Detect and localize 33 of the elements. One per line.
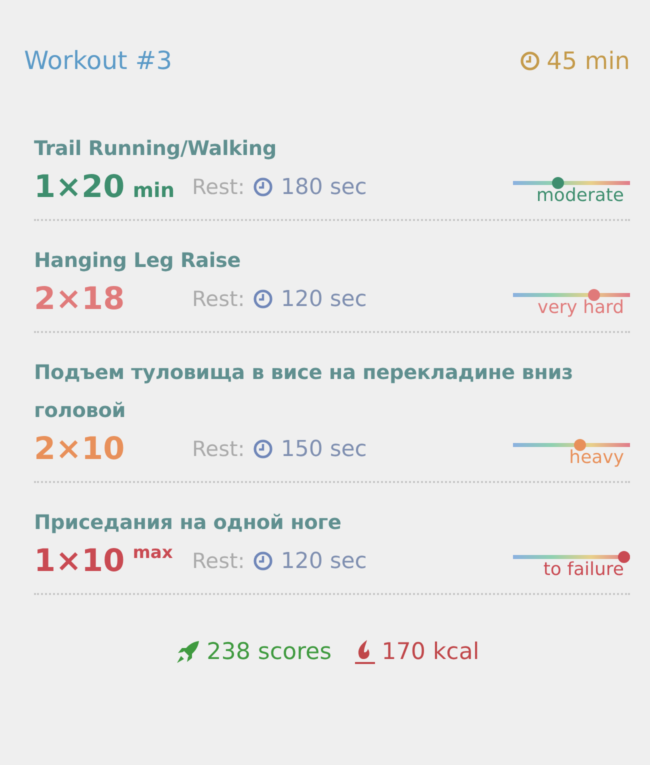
duration-text: 45 min (546, 46, 630, 74)
sets-reps: 2×18 (34, 281, 125, 317)
intensity-label: heavy (569, 447, 624, 469)
unit-label: min (132, 178, 175, 202)
exercise-name: Подъем туловища в висе на перекладине вниз головой (34, 359, 574, 424)
clock-icon (252, 177, 273, 197)
intensity-label: very hard (538, 297, 624, 319)
rest-time: 150 sec (280, 436, 367, 462)
rest-label: Rest: (192, 549, 245, 573)
exercise-name: Trail Running/Walking (34, 135, 278, 162)
clock-icon (252, 551, 273, 571)
unit-label: max (132, 543, 173, 563)
rest-time: 120 sec (280, 286, 367, 312)
rest-label: Rest: (192, 175, 245, 199)
workout-title: Workout #3 (24, 46, 172, 75)
intensity-label: to failure (543, 559, 624, 581)
clock-icon (252, 439, 273, 459)
rest-label: Rest: (192, 437, 245, 461)
clock-icon (520, 50, 540, 70)
calories-text: 170 kcal (382, 639, 480, 665)
clock-icon (252, 289, 273, 309)
scores-text: 238 scores (206, 639, 332, 665)
rest-time: 180 sec (280, 174, 367, 200)
exercise-name: Приседания на одной ноге (34, 509, 342, 536)
sets-reps: 1×20 (34, 169, 125, 205)
exercise-name: Hanging Leg Raise (34, 247, 242, 274)
rest-label: Rest: (192, 287, 245, 311)
intensity-label: moderate (536, 185, 624, 207)
rocket-icon (174, 640, 201, 664)
rest-time: 120 sec (280, 548, 367, 574)
sets-reps: 2×10 (34, 431, 125, 467)
sets-reps: 1×10 (34, 543, 125, 579)
flame-icon (354, 639, 376, 665)
